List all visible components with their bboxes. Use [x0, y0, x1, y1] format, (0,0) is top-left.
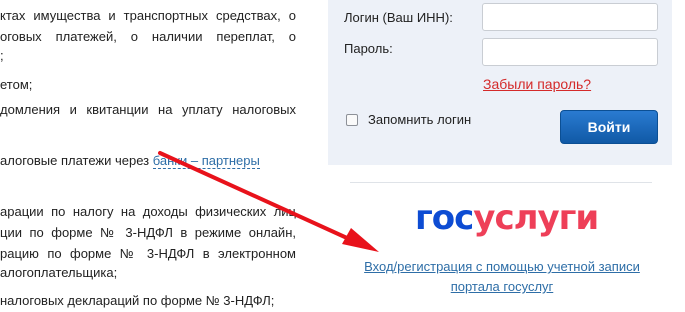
login-button[interactable]: Войти — [560, 110, 658, 144]
article-line: рацию по форме № 3-НДФЛ в электронном — [0, 246, 296, 261]
password-label: Пароль: — [344, 41, 393, 56]
article-line: ции по форме № 3-НДФЛ в режиме онлайн, — [0, 225, 296, 240]
article-line: ; — [0, 48, 4, 63]
article-line: етом; — [0, 77, 33, 92]
remember-login-row[interactable]: Запомнить логин — [346, 112, 471, 127]
article-line-text: алоговые платежи через — [0, 153, 153, 168]
divider — [350, 182, 652, 183]
article-line: арации по налогу на доходы физических ли… — [0, 204, 296, 219]
gosuslugi-login-link[interactable]: Вход/регистрация с помощью учетной запис… — [340, 257, 664, 297]
article-text: ктах имущества и транспортных средствах,… — [0, 0, 296, 312]
logo-part-gos: гос — [415, 198, 474, 238]
forgot-password-link[interactable]: Забыли пароль? — [483, 76, 591, 92]
article-line: оговых платежей, о наличии переплат, о — [0, 29, 296, 44]
page: ктах имущества и транспортных средствах,… — [0, 0, 685, 312]
article-line: ктах имущества и транспортных средствах,… — [0, 8, 296, 23]
remember-login-checkbox[interactable] — [346, 113, 358, 126]
login-input[interactable] — [482, 3, 658, 31]
remember-login-label: Запомнить логин — [368, 112, 472, 127]
article-line: алогоплательщика; — [0, 265, 118, 280]
password-input[interactable] — [482, 38, 658, 66]
article-line: домления и квитанции на уплату налоговых — [0, 102, 296, 117]
banks-partners-link[interactable]: банки – партнеры — [152, 153, 260, 169]
gosuslugi-logo[interactable]: госуслуги — [415, 198, 599, 238]
article-line: налоговых деклараций по форме № 3-НДФЛ; — [0, 293, 275, 308]
login-panel: Логин (Ваш ИНН): Пароль: Забыли пароль? … — [328, 0, 672, 165]
article-line-banks: алоговые платежи через банки – партнеры — [0, 152, 296, 170]
logo-part-uslugi: услуги — [473, 198, 599, 238]
login-label: Логин (Ваш ИНН): — [344, 10, 453, 25]
